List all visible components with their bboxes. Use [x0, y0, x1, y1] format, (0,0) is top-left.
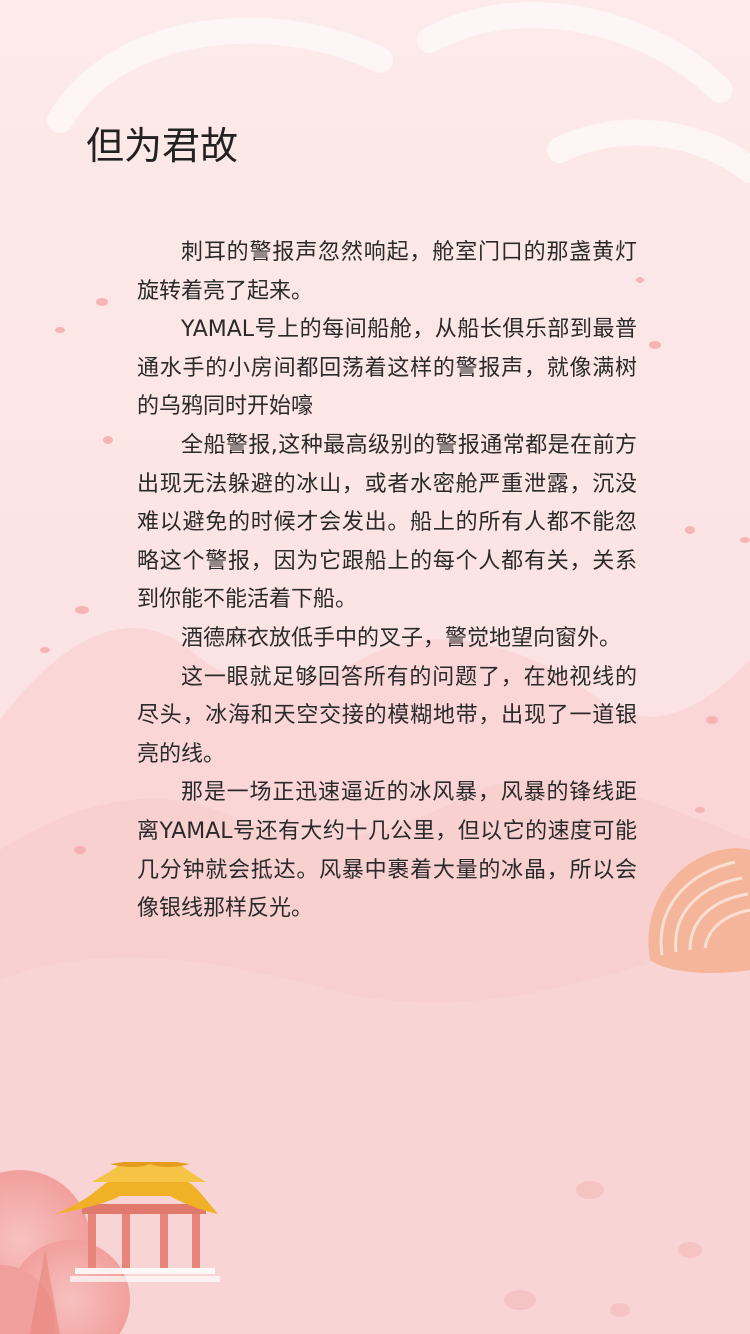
page-title: 但为君故: [86, 124, 239, 168]
article-body: 刺耳的警报声忽然响起，舱室门口的那盏黄灯旋转着亮了起来。 YAMAL号上的每间船…: [137, 234, 637, 929]
paragraph-1: 刺耳的警报声忽然响起，舱室门口的那盏黄灯旋转着亮了起来。: [137, 240, 637, 304]
paragraph-6: 那是一场正迅速逼近的冰风暴，风暴的锋线距离YAMAL号还有大约十几公里，但以它的…: [137, 780, 637, 922]
paragraph-2: YAMAL号上的每间船舱，从船长俱乐部到最普通水手的小房间都回荡着这样的警报声，…: [137, 317, 637, 420]
paragraph-4: 酒德麻衣放低手中的叉子，警觉地望向窗外。: [181, 625, 622, 651]
paragraph-3: 全船警报,这种最高级别的警报通常都是在前方出现无法躲避的冰山，或者水密舱严重泄露…: [137, 432, 637, 613]
paragraph-5: 这一眼就足够回答所有的问题了，在她视线的尽头，冰海和天空交接的模糊地带，出现了一…: [137, 664, 637, 767]
